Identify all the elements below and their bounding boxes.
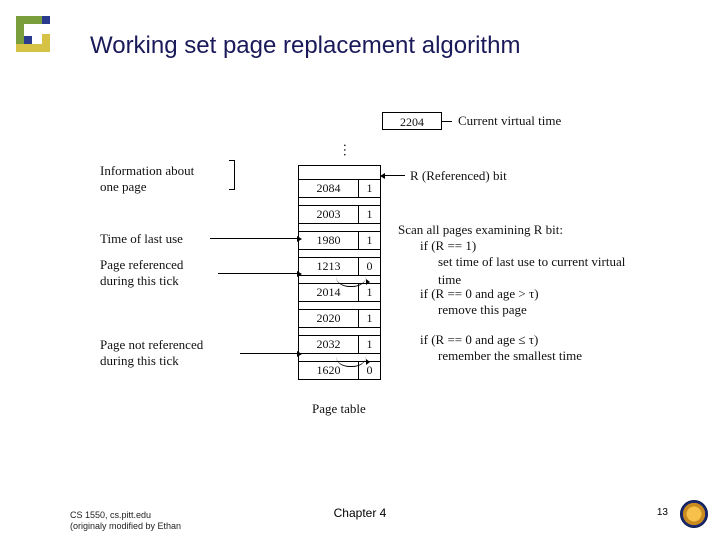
label-page-referenced: Page referenced during this tick — [100, 257, 183, 288]
arrowhead-icon — [366, 279, 370, 285]
table-row: 20141 — [299, 284, 381, 302]
algo-if-r0-age-le: if (R == 0 and age ≤ τ) — [420, 331, 538, 349]
arrow-left-icon — [385, 175, 405, 176]
label-r-bit: R (Referenced) bit — [410, 167, 507, 185]
algo-if-r1-action: set time of last use to current virtual … — [438, 253, 640, 288]
arrow-right-icon — [240, 353, 298, 354]
table-row — [299, 250, 381, 258]
table-row — [299, 328, 381, 336]
algo-if-r0-age-gt-action: remove this page — [438, 301, 527, 319]
table-row — [299, 166, 381, 180]
label-info-about-page: Information about one page — [100, 163, 194, 194]
footer-page-number: 13 — [657, 507, 668, 518]
vertical-ellipsis-icon: ··· — [335, 143, 351, 157]
current-virtual-time-label: Current virtual time — [458, 113, 561, 129]
arrow-right-icon — [218, 273, 298, 274]
footer-chapter: Chapter 4 — [0, 506, 720, 520]
footer-credit: (originaly modified by Ethan — [70, 521, 181, 532]
current-virtual-time-box: 2204 — [382, 112, 442, 130]
table-row: 19801 — [299, 232, 381, 250]
algo-scan: Scan all pages examining R bit: — [398, 221, 563, 239]
algo-if-r0-age-le-action: remember the smallest time — [438, 347, 582, 365]
university-seal-icon — [680, 500, 708, 528]
table-row — [299, 224, 381, 232]
slide-title: Working set page replacement algorithm — [90, 32, 520, 60]
table-row: 20841 — [299, 180, 381, 198]
page-table-caption: Page table — [312, 401, 366, 417]
table-row — [299, 302, 381, 310]
arrow-right-icon — [210, 238, 298, 239]
table-row: 20321 — [299, 336, 381, 354]
brace-icon — [225, 160, 235, 190]
arrowhead-icon — [366, 359, 370, 365]
corner-logo — [16, 16, 60, 60]
table-row — [299, 198, 381, 206]
diagram-area: 2204 Current virtual time ··· 20841 2003… — [80, 95, 640, 450]
algo-if-r0-age-gt: if (R == 0 and age > τ) — [420, 285, 539, 303]
label-page-not-referenced: Page not referenced during this tick — [100, 337, 203, 368]
table-row: 20201 — [299, 310, 381, 328]
label-time-of-last-use: Time of last use — [100, 231, 183, 247]
table-row: 20031 — [299, 206, 381, 224]
algo-if-r1: if (R == 1) — [420, 237, 476, 255]
